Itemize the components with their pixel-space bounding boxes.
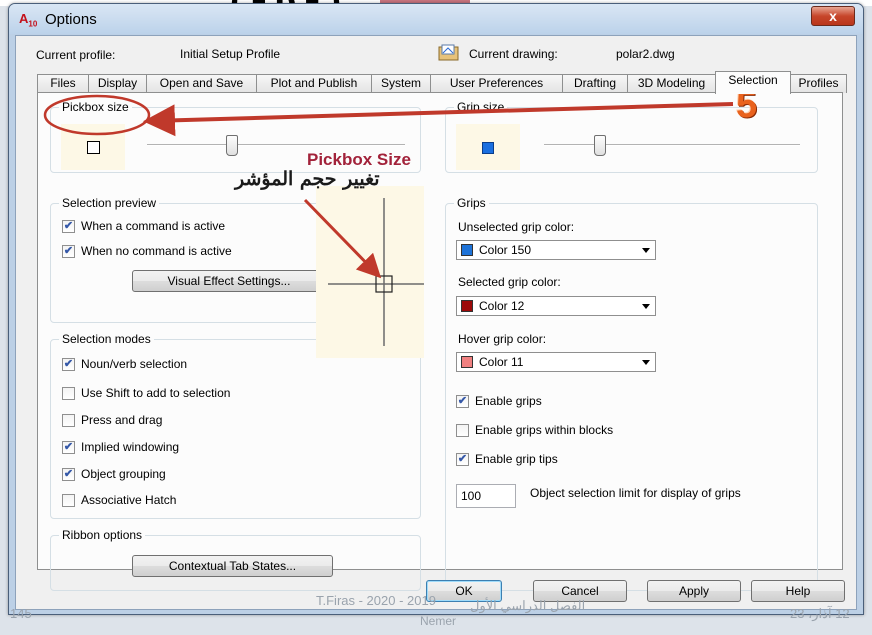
slide-term: الفصل الدراسي الأول <box>470 598 586 613</box>
pickbox-highlight-circle <box>43 94 151 136</box>
step-arrow <box>143 102 734 137</box>
pickbox-pointer-arrow <box>303 198 382 279</box>
tab-selection[interactable]: Selection <box>715 71 791 94</box>
slide-name: Nemer <box>420 614 457 628</box>
slide-page-number: 145 <box>10 606 32 621</box>
slide-author: T.Firas - 2020 - 2019 <box>316 593 436 608</box>
annotation-overlay <box>43 94 734 279</box>
slide-date: 12 آذار، 23 <box>790 606 850 621</box>
